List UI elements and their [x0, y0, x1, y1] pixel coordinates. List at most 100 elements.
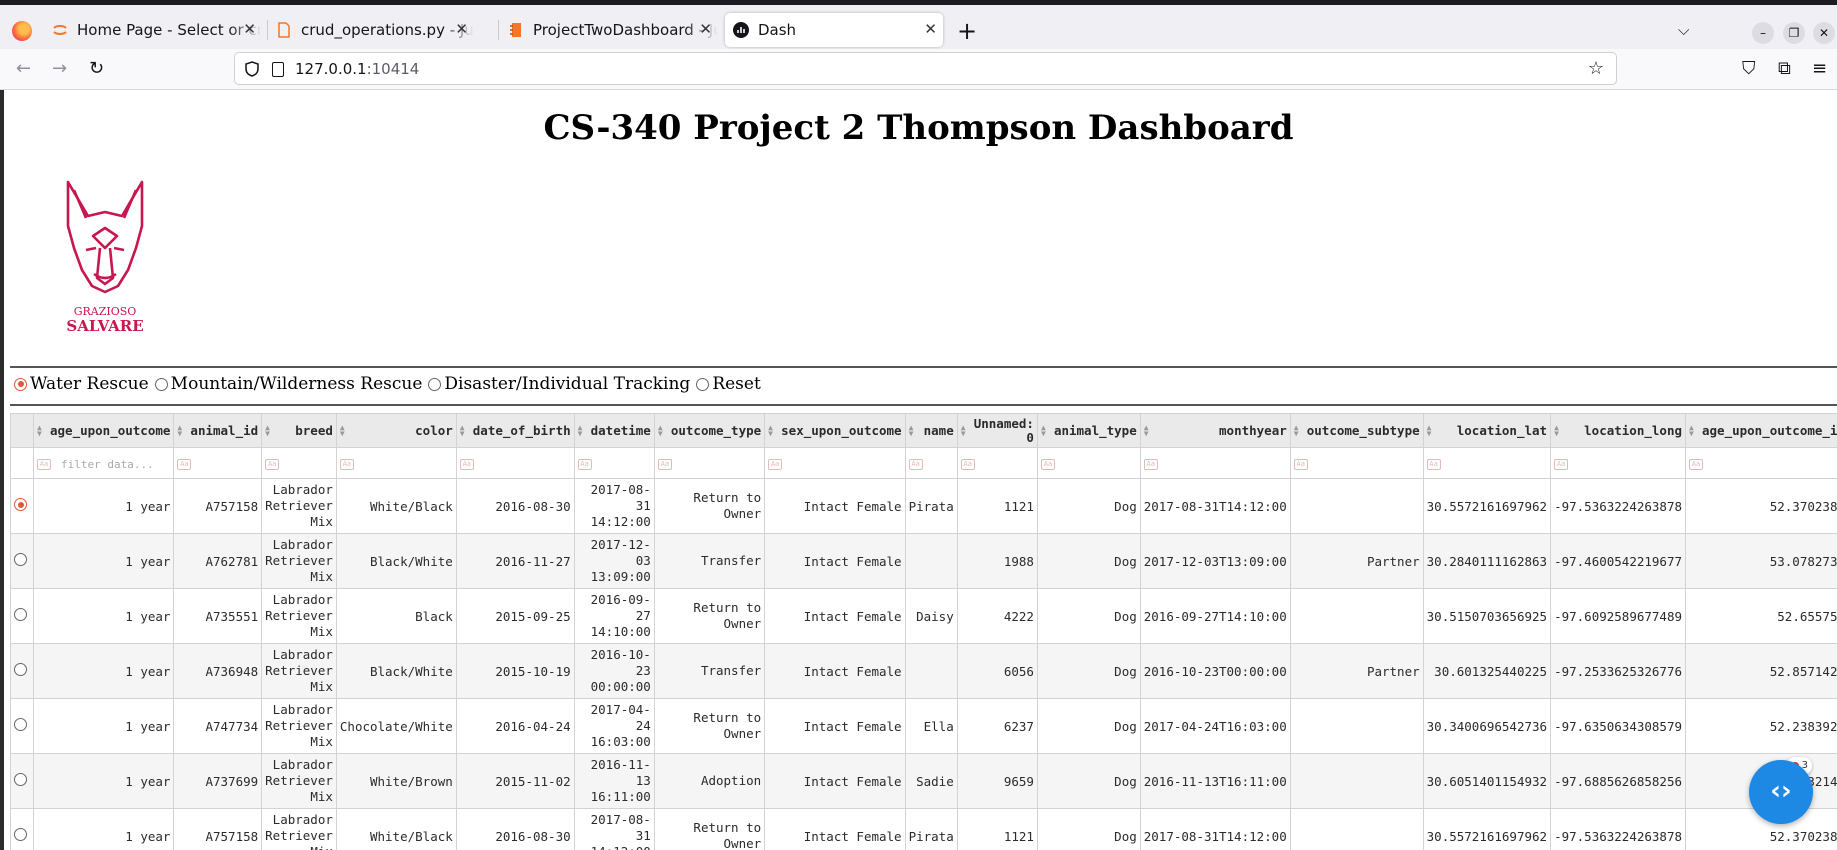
case-sensitive-toggle-icon[interactable]: Aa [1143, 458, 1158, 470]
table-cell[interactable]: 53.0782738095238 [1684, 533, 1837, 589]
case-sensitive-toggle-icon[interactable]: Aa [459, 458, 474, 470]
table-cell[interactable]: Pirata [904, 808, 958, 850]
table-cell[interactable]: Labrador Retriever Mix [261, 753, 337, 809]
tab-project-two-dashboard[interactable]: ProjectTwoDashboard - Jupyter ✕ [508, 13, 718, 47]
column-header[interactable]: ▲ ▼ animal_id [173, 413, 263, 448]
table-cell[interactable] [1289, 808, 1424, 850]
sort-icon[interactable]: ▲ ▼ [1294, 424, 1299, 438]
table-cell[interactable]: 30.2840111162863 [1422, 533, 1552, 589]
row-select-cell[interactable] [10, 533, 34, 589]
column-header[interactable]: ▲ ▼ date_of_birth [455, 413, 575, 448]
table-cell[interactable]: 52.3702380952381 [1684, 478, 1837, 534]
sort-icon[interactable]: ▲ ▼ [768, 424, 773, 438]
column-header[interactable]: ▲ ▼ monthyear [1139, 413, 1291, 448]
table-cell[interactable]: Partner [1289, 643, 1424, 699]
radio-indicator[interactable] [428, 377, 442, 391]
table-cell[interactable]: -97.2533625326776 [1550, 643, 1686, 699]
table-cell[interactable]: 2015-10-19 [455, 643, 575, 699]
table-cell[interactable]: Return to Owner [653, 808, 766, 850]
table-cell[interactable]: 2017-08-31 14:12:00 [573, 808, 655, 850]
table-cell[interactable]: 2017-08-31T14:12:00 [1139, 478, 1291, 534]
table-cell[interactable]: 2016-10-23T00:00:00 [1139, 643, 1291, 699]
table-cell[interactable]: 2016-04-24 [455, 698, 575, 754]
row-select-cell[interactable] [10, 643, 34, 699]
table-cell[interactable]: Dog [1036, 478, 1141, 534]
column-filter-cell[interactable]: Aa [1550, 447, 1686, 479]
tab-home-page[interactable]: Home Page - Select or create a notebook … [52, 13, 262, 47]
table-cell[interactable]: 2016-11-13T16:11:00 [1139, 753, 1291, 809]
table-cell[interactable]: White/Black [335, 478, 457, 534]
table-row[interactable]: 1 yearA757158Labrador Retriever MixWhite… [10, 808, 1837, 850]
column-filter-cell[interactable]: Aa [573, 447, 655, 479]
table-cell[interactable]: 30.5150703656925 [1422, 588, 1552, 644]
new-tab-icon[interactable]: + [957, 17, 977, 45]
row-select-radio[interactable] [14, 553, 27, 566]
radio-reset[interactable]: Reset [696, 374, 761, 394]
table-cell[interactable]: 30.5572161697962 [1422, 808, 1552, 850]
sort-icon[interactable]: ▲ ▼ [177, 424, 182, 438]
table-cell[interactable]: Dog [1036, 533, 1141, 589]
sort-icon[interactable]: ▲ ▼ [578, 424, 583, 438]
table-cell[interactable]: A737699 [173, 753, 263, 809]
sort-icon[interactable]: ▲ ▼ [909, 424, 914, 438]
table-cell[interactable]: Partner [1289, 533, 1424, 589]
table-cell[interactable] [1289, 753, 1424, 809]
table-cell[interactable]: Black [335, 588, 457, 644]
column-header[interactable]: ▲ ▼ location_long [1550, 413, 1686, 448]
table-cell[interactable]: -97.5363224263878 [1550, 808, 1686, 850]
shield-icon[interactable] [245, 61, 259, 77]
forward-icon[interactable]: → [52, 59, 67, 79]
sort-icon[interactable]: ▲ ▼ [1554, 424, 1559, 438]
column-filter-cell[interactable]: Aa [455, 447, 575, 479]
table-row[interactable]: 1 year A735551 Labrador Retriever Mix Black… [10, 588, 1837, 644]
column-filter-cell[interactable]: Aa [1289, 447, 1424, 479]
table-cell[interactable]: 52.2383928571429 [1684, 698, 1837, 754]
table-cell[interactable]: 2017-04-24T16:03:00 [1139, 698, 1291, 754]
table-cell[interactable]: Ella [904, 698, 958, 754]
table-cell[interactable]: A747734 [173, 698, 263, 754]
url-bar[interactable]: 127.0.0.1:10414 ☆ [234, 52, 1617, 85]
table-cell[interactable]: Intact Female [764, 808, 906, 850]
row-select-radio[interactable] [14, 773, 27, 786]
column-header[interactable]: ▲ ▼ color [335, 413, 457, 448]
table-cell[interactable]: 2015-09-25 [455, 588, 575, 644]
table-cell[interactable]: -97.4600542219677 [1550, 533, 1686, 589]
close-window-icon[interactable]: ✕ [1813, 22, 1835, 44]
table-cell[interactable]: 1121 [956, 478, 1038, 534]
table-cell[interactable] [904, 643, 958, 699]
column-filter-cell[interactable]: Aa filter data... [32, 447, 175, 479]
table-cell[interactable]: Dog [1036, 588, 1141, 644]
table-cell[interactable]: Chocolate/White [335, 698, 457, 754]
radio-water-rescue[interactable]: Water Rescue [14, 374, 149, 394]
case-sensitive-toggle-icon[interactable]: Aa [265, 458, 280, 470]
row-select-radio[interactable] [14, 718, 27, 731]
table-cell[interactable]: A735551 [173, 588, 263, 644]
reload-icon[interactable]: ↻ [89, 59, 104, 79]
table-cell[interactable]: 2017-08-31 14:12:00 [573, 478, 655, 534]
row-select-cell[interactable] [10, 808, 34, 850]
sort-icon[interactable]: ▲ ▼ [37, 424, 42, 438]
table-cell[interactable]: 2017-08-31T14:12:00 [1139, 808, 1291, 850]
case-sensitive-toggle-icon[interactable]: Aa [1040, 458, 1055, 470]
table-cell[interactable]: 1121 [956, 808, 1038, 850]
table-cell[interactable]: Black/White [335, 533, 457, 589]
table-cell[interactable]: 2016-08-30 [455, 478, 575, 534]
table-cell[interactable]: Dog [1036, 753, 1141, 809]
row-select-cell[interactable] [10, 478, 34, 534]
table-cell[interactable]: Labrador Retriever Mix [261, 643, 337, 699]
minimize-icon[interactable]: – [1752, 22, 1774, 44]
radio-indicator[interactable] [154, 377, 168, 391]
row-select-radio[interactable] [14, 498, 27, 511]
column-header[interactable]: ▲ ▼ Unnamed: 0 [956, 413, 1038, 448]
row-select-cell[interactable] [10, 698, 34, 754]
table-cell[interactable]: Black/White [335, 643, 457, 699]
table-cell[interactable]: Pirata [904, 478, 958, 534]
sort-icon[interactable]: ▲ ▼ [340, 424, 345, 438]
case-sensitive-toggle-icon[interactable]: Aa [657, 458, 672, 470]
column-header[interactable]: ▲ ▼ name [904, 413, 958, 448]
case-sensitive-toggle-icon[interactable]: Aa [1426, 458, 1441, 470]
table-cell[interactable]: 2016-10-23 00:00:00 [573, 643, 655, 699]
table-cell[interactable]: Return to Owner [653, 588, 766, 644]
sort-icon[interactable]: ▲ ▼ [1041, 424, 1046, 438]
sort-icon[interactable]: ▲ ▼ [460, 424, 465, 438]
